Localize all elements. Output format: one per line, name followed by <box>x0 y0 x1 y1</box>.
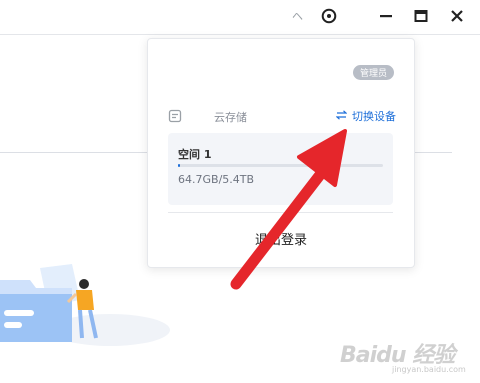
username-fragment: ヘ <box>292 10 303 23</box>
storage-row: 云存储 切换设备 <box>168 107 396 125</box>
empty-state-illustration <box>0 264 170 346</box>
watermark-subtext: jingyan.baidu.com <box>392 365 466 374</box>
space-name: 空间 1 <box>178 148 212 161</box>
space-card[interactable]: 空间 1 64.7GB/5.4TB <box>168 133 393 205</box>
role-badge: 管理员 <box>352 65 394 80</box>
close-icon[interactable] <box>444 4 470 28</box>
space-progress-fill <box>178 164 181 167</box>
account-popup: 管理员 云存储 切换设备 空间 1 64.7GB/5.4TB 退出登录 <box>147 38 415 268</box>
maximize-icon[interactable] <box>408 4 434 28</box>
logout-button[interactable]: 退出登录 <box>148 229 414 248</box>
watermark: Baidu 经验 jingyan.baidu.com <box>340 333 480 379</box>
title-bar: ヘ <box>0 0 480 35</box>
storage-icon <box>168 108 182 127</box>
space-usage: 64.7GB/5.4TB <box>178 173 255 186</box>
storage-label: 云存储 <box>214 111 247 124</box>
popup-divider <box>168 212 393 213</box>
space-progress-bar <box>178 164 383 167</box>
swap-icon <box>335 109 348 123</box>
settings-icon[interactable] <box>316 4 342 28</box>
switch-device-label: 切换设备 <box>352 110 396 123</box>
minimize-icon[interactable] <box>373 4 399 28</box>
switch-device-link[interactable]: 切换设备 <box>335 108 396 124</box>
